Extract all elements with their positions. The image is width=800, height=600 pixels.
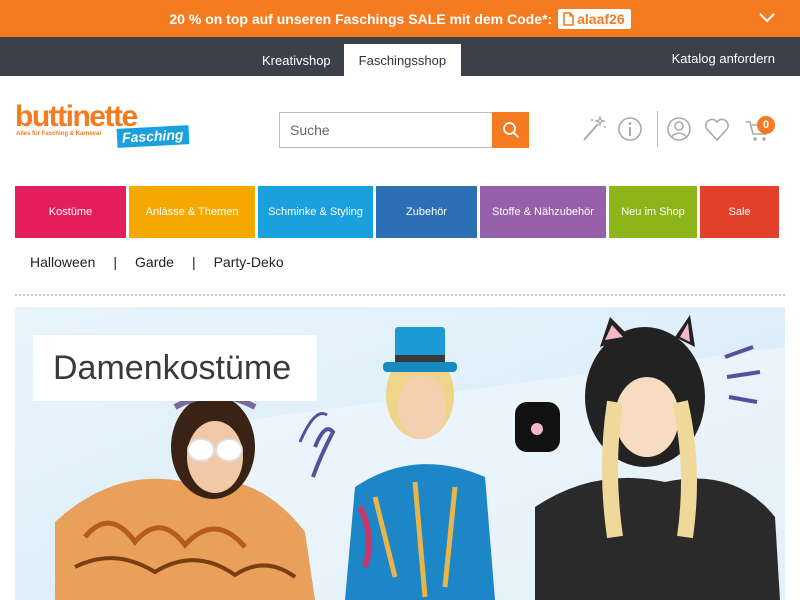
header-divider — [657, 111, 658, 147]
logo-fasching-badge: Fasching — [116, 125, 190, 148]
sub-nav: Halloween | Garde | Party-Deko — [30, 254, 284, 270]
shop-switcher-bar: Kreativshop Faschingsshop Katalog anforde… — [0, 37, 800, 76]
promo-banner[interactable]: 20 % on top auf unseren Faschings SALE m… — [0, 0, 800, 37]
tab-faschingsshop[interactable]: Faschingsshop — [343, 44, 462, 76]
site-header: buttinette Alles für Fasching & Karneval… — [0, 76, 800, 186]
banner-title-box: Damenkostüme — [33, 335, 318, 401]
banner-title: Damenkostüme — [53, 348, 292, 387]
promo-text: 20 % on top auf unseren Faschings SALE m… — [169, 10, 553, 27]
subnav-separator: | — [113, 254, 118, 270]
subnav-item-party-deko[interactable]: Party-Deko — [214, 254, 284, 270]
magic-wand-icon[interactable] — [580, 114, 608, 144]
search-icon — [502, 122, 519, 139]
category-kostüme[interactable]: Kostüme — [15, 186, 126, 238]
catalog-request-link[interactable]: Katalog anfordern — [672, 51, 775, 66]
category-nav: Kostüme Anlässe & Themen Schminke & Stylin… — [15, 186, 779, 238]
category-stoffe-nähzubehör[interactable]: Stoffe & Nähzubehör — [480, 186, 606, 238]
heart-icon[interactable] — [704, 114, 730, 144]
promo-code-badge[interactable]: alaaf26 — [558, 8, 631, 29]
search-input[interactable] — [279, 112, 492, 148]
info-icon[interactable] — [617, 114, 643, 144]
tab-kreativshop[interactable]: Kreativshop — [249, 44, 344, 76]
category-sale[interactable]: Sale — [700, 186, 779, 238]
search-bar — [279, 112, 529, 148]
search-button[interactable] — [492, 112, 529, 148]
chevron-down-icon[interactable] — [758, 9, 776, 27]
subnav-separator: | — [191, 254, 196, 270]
category-neu-im-shop[interactable]: Neu im Shop — [609, 186, 697, 238]
category-anlässe-themen[interactable]: Anlässe & Themen — [129, 186, 255, 238]
shop-tabs: Kreativshop Faschingsshop — [249, 44, 462, 76]
logo-tagline: Alles für Fasching & Karneval — [16, 131, 102, 137]
category-schminke-styling[interactable]: Schminke & Styling — [258, 186, 373, 238]
user-icon[interactable] — [666, 114, 692, 144]
promo-code: alaaf26 — [577, 10, 625, 27]
divider — [15, 294, 785, 296]
cart-count-badge: 0 — [757, 116, 775, 134]
category-zubehör[interactable]: Zubehör — [376, 186, 477, 238]
hero-banner[interactable]: Damenkostüme — [15, 307, 785, 600]
document-icon — [563, 11, 574, 26]
logo[interactable]: buttinette Alles für Fasching & Karneval… — [15, 100, 200, 154]
subnav-item-garde[interactable]: Garde — [135, 254, 174, 270]
subnav-item-halloween[interactable]: Halloween — [30, 254, 95, 270]
